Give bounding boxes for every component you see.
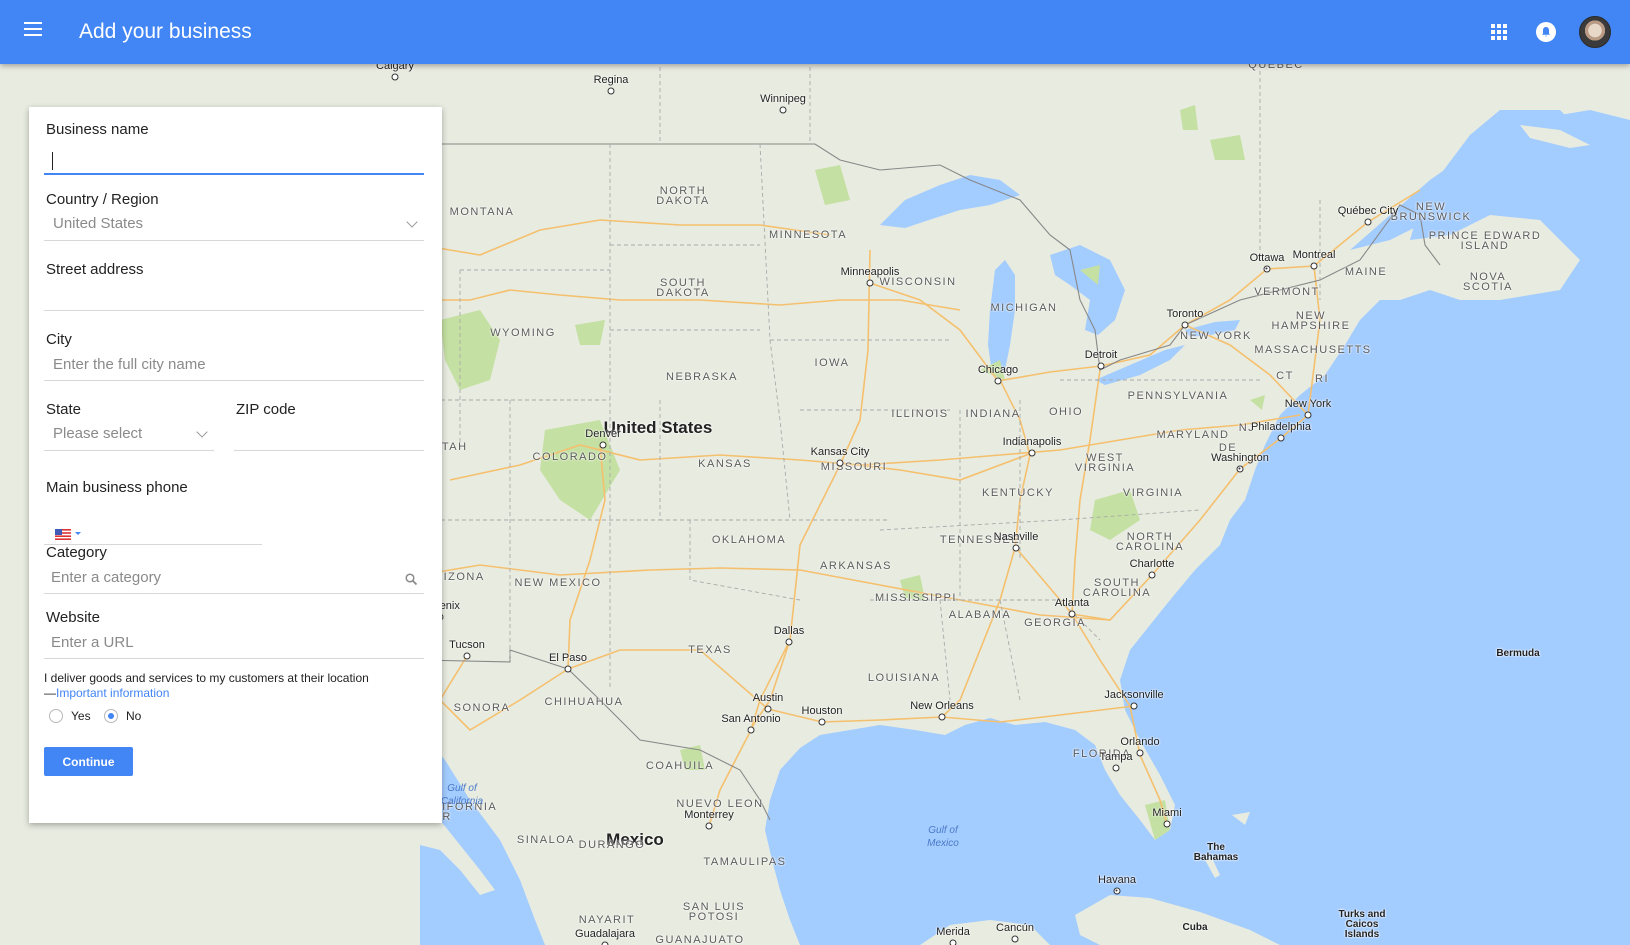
city-marker-ottawa xyxy=(1263,265,1271,273)
city-marker-merida xyxy=(949,939,957,945)
state-select-value: Please select xyxy=(53,425,143,442)
city-marker-new-orleans xyxy=(938,713,946,721)
city-marker-regina xyxy=(607,87,615,95)
radio-no-button[interactable] xyxy=(104,709,118,723)
city-marker-minneapolis xyxy=(866,279,874,287)
country-select[interactable]: United States xyxy=(44,209,424,241)
category-label: Category xyxy=(46,544,107,561)
street-address-input[interactable] xyxy=(44,279,424,311)
delivery-question-text: I deliver goods and services to my custo… xyxy=(44,671,369,685)
radio-no-label: No xyxy=(126,709,142,723)
city-input[interactable] xyxy=(44,349,424,381)
city-marker-houston xyxy=(818,718,826,726)
city-marker-toronto xyxy=(1181,321,1189,329)
text-caret xyxy=(52,152,53,170)
city-marker-dallas xyxy=(785,638,793,646)
radio-yes-label: Yes xyxy=(71,709,91,723)
zip-code-label: ZIP code xyxy=(236,401,296,418)
street-address-label: Street address xyxy=(46,261,144,278)
city-label: City xyxy=(46,331,72,348)
page-title: Add your business xyxy=(79,20,252,43)
category-input[interactable] xyxy=(44,562,424,594)
city-marker-guadalajara xyxy=(601,941,609,945)
city-marker-denver xyxy=(599,441,607,449)
zip-code-input[interactable] xyxy=(234,419,424,451)
city-marker-montreal xyxy=(1310,262,1318,270)
chevron-down-icon xyxy=(196,426,208,438)
country-label: Country / Region xyxy=(46,191,159,208)
city-marker-washington xyxy=(1236,465,1244,473)
city-marker-qu-bec-city xyxy=(1364,218,1372,226)
city-marker-el-paso xyxy=(564,665,572,673)
app-bar: Add your business xyxy=(0,0,1630,64)
city-marker-tucson xyxy=(463,652,471,660)
city-marker-detroit xyxy=(1097,362,1105,370)
delivery-question: I deliver goods and services to my custo… xyxy=(44,671,434,701)
city-marker-monterrey xyxy=(705,822,713,830)
city-marker-kansas-city xyxy=(836,459,844,467)
city-marker-austin xyxy=(764,705,772,713)
city-marker-chicago xyxy=(994,377,1002,385)
city-marker-new-york xyxy=(1304,411,1312,419)
city-marker-miami xyxy=(1163,820,1171,828)
state-select[interactable]: Please select xyxy=(44,419,214,451)
phone-input[interactable] xyxy=(44,513,262,545)
radio-yes[interactable]: Yes xyxy=(49,709,91,723)
city-marker-tampa xyxy=(1112,764,1120,772)
radio-no[interactable]: No xyxy=(104,709,141,723)
city-marker-atlanta xyxy=(1068,610,1076,618)
city-marker-indianapolis xyxy=(1028,449,1036,457)
hamburger-menu-icon[interactable] xyxy=(24,22,44,40)
continue-button[interactable]: Continue xyxy=(44,747,133,776)
city-marker-calgary xyxy=(391,73,399,81)
add-business-form: Business name Country / Region United St… xyxy=(29,107,442,823)
bell-icon[interactable] xyxy=(1536,22,1556,42)
city-marker-canc-n xyxy=(1011,935,1019,943)
city-marker-jacksonville xyxy=(1130,702,1138,710)
country-select-value: United States xyxy=(53,215,144,232)
city-marker-philadelphia xyxy=(1277,434,1285,442)
apps-grid-icon[interactable] xyxy=(1491,24,1507,40)
city-marker-winnipeg xyxy=(779,106,787,114)
city-marker-orlando xyxy=(1136,749,1144,757)
website-input[interactable] xyxy=(44,627,424,659)
delivery-dash: — xyxy=(44,686,56,700)
state-label: State xyxy=(46,401,82,418)
city-marker-nashville xyxy=(1012,544,1020,552)
chevron-down-icon xyxy=(406,216,418,228)
city-marker-charlotte xyxy=(1148,571,1156,579)
website-label: Website xyxy=(46,609,100,626)
business-name-input[interactable] xyxy=(44,143,424,175)
important-information-link[interactable]: Important information xyxy=(56,686,169,700)
radio-yes-button[interactable] xyxy=(49,709,63,723)
city-marker-havana xyxy=(1113,887,1121,895)
city-marker-san-antonio xyxy=(747,726,755,734)
business-name-label: Business name xyxy=(46,121,149,138)
phone-label: Main business phone xyxy=(46,479,188,496)
search-icon[interactable] xyxy=(405,573,418,586)
user-avatar[interactable] xyxy=(1579,16,1611,48)
